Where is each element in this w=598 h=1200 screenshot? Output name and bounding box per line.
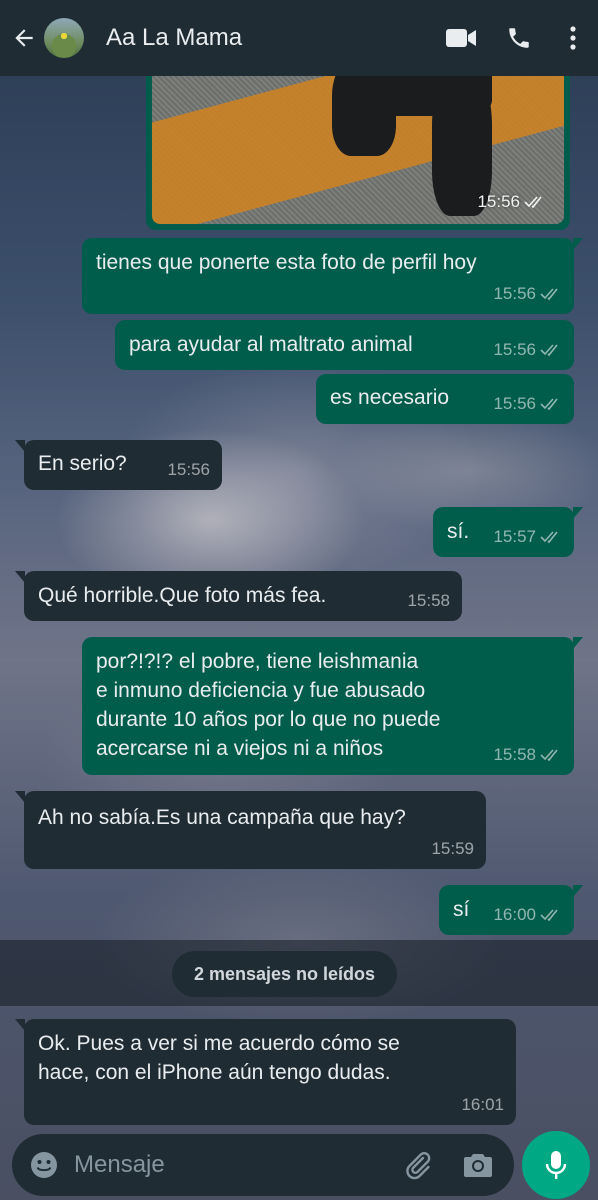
unread-messages-banner: 2 mensajes no leídos: [172, 951, 397, 997]
read-receipt-icon: [540, 343, 558, 356]
message-text: Qué horrible.Que foto más fea.: [38, 584, 327, 607]
message-bubble-incoming[interactable]: Ah no sabía.Es una campaña que hay? 15:5…: [15, 791, 486, 869]
message-line: durante 10 años por lo que no puede: [96, 708, 441, 731]
message-text: Ah no sabía.Es una campaña que hay?: [38, 806, 406, 829]
message-bubble-outgoing[interactable]: sí 16:00: [439, 885, 583, 935]
read-receipt-icon: [524, 196, 542, 209]
message-meta: 15:56: [477, 192, 546, 212]
message-bubble-outgoing[interactable]: es necesario 15:56: [316, 374, 574, 424]
read-receipt-icon: [540, 287, 558, 300]
contact-avatar[interactable]: [44, 18, 84, 58]
read-receipt-icon: [540, 397, 558, 410]
message-bubble-outgoing[interactable]: para ayudar al maltrato animal 15:56: [115, 320, 574, 370]
message-bubble-incoming[interactable]: Ok. Pues a ver si me acuerdo cómo se hac…: [15, 1019, 516, 1125]
attach-icon: [406, 1152, 431, 1180]
message-bubble-outgoing[interactable]: tienes que ponerte esta foto de perfil h…: [82, 238, 583, 314]
message-meta: 15:56: [493, 389, 562, 418]
back-arrow-icon: [15, 29, 33, 47]
message-bubble-outgoing[interactable]: por?!?!? el pobre, tiene leishmania e in…: [82, 637, 583, 775]
message-meta: 15:59: [431, 839, 474, 858]
message-text: tienes que ponerte esta foto de perfil h…: [96, 251, 477, 274]
voice-message-button[interactable]: [522, 1131, 590, 1199]
message-line: e inmuno deficiencia y fue abusado: [96, 679, 426, 702]
read-receipt-icon: [540, 530, 558, 543]
camera-button[interactable]: [448, 1134, 508, 1196]
contact-name[interactable]: Aa La Mama: [106, 24, 432, 52]
emoji-icon: [31, 1152, 57, 1178]
message-meta: 16:01: [461, 1095, 504, 1114]
camera-icon: [464, 1154, 492, 1177]
chat-header: Aa La Mama: [0, 0, 598, 76]
message-meta: 15:58: [407, 591, 450, 610]
video-call-button[interactable]: [432, 0, 490, 76]
message-input[interactable]: Mensaje: [74, 1151, 388, 1179]
message-meta: 15:56: [493, 279, 562, 308]
message-bubble-incoming[interactable]: En serio? 15:56: [15, 440, 222, 490]
message-meta: 15:58: [493, 740, 562, 769]
mic-icon: [545, 1151, 567, 1179]
more-options-icon: [570, 26, 576, 50]
phone-call-icon: [509, 28, 529, 48]
message-line: Ok. Pues a ver si me acuerdo cómo se: [38, 1032, 400, 1055]
back-button[interactable]: [4, 0, 44, 76]
message-bubble-incoming[interactable]: Qué horrible.Que foto más fea. 15:58: [15, 571, 462, 621]
video-call-icon: [446, 29, 476, 47]
message-meta: 16:00: [493, 900, 562, 929]
message-bubble-outgoing[interactable]: sí. 15:57: [433, 507, 583, 557]
message-meta: 15:56: [493, 335, 562, 364]
read-receipt-icon: [540, 748, 558, 761]
message-line: por?!?!? el pobre, tiene leishmania: [96, 650, 419, 673]
message-line: hace, con el iPhone aún tengo dudas.: [38, 1061, 391, 1084]
phone-call-button[interactable]: [490, 0, 548, 76]
read-receipt-icon: [540, 908, 558, 921]
message-composer: Mensaje: [12, 1134, 514, 1196]
attach-button[interactable]: [388, 1134, 448, 1196]
message-meta: 15:56: [167, 460, 210, 479]
more-options-button[interactable]: [548, 0, 598, 76]
message-meta: 15:57: [493, 522, 562, 551]
dog-photo: 15:56: [152, 76, 564, 224]
emoji-button[interactable]: [16, 1134, 72, 1196]
image-message[interactable]: 15:56: [146, 76, 570, 230]
message-line: acercarse ni a viejos ni a niños: [96, 737, 384, 760]
